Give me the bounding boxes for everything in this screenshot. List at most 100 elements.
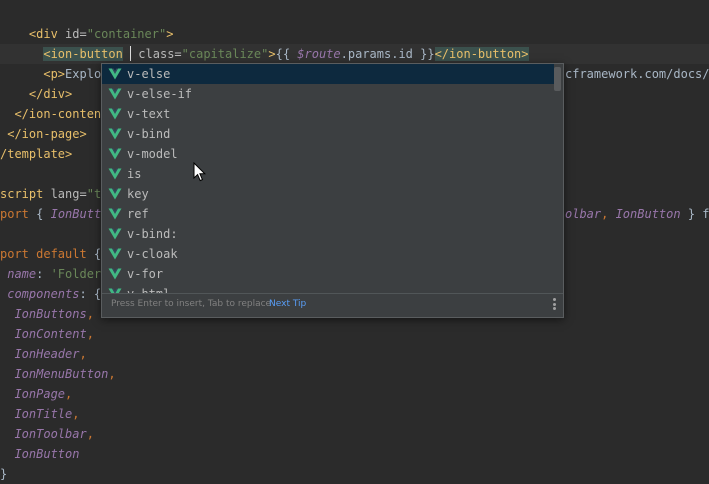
code-line: <div id="container"> bbox=[0, 24, 709, 44]
autocomplete-item-label: key bbox=[127, 187, 149, 201]
autocomplete-item[interactable]: v-for bbox=[102, 264, 554, 284]
keyword: port default bbox=[0, 247, 87, 261]
autocomplete-item[interactable]: v-bind: bbox=[102, 224, 554, 244]
component-name: IonMenuButton bbox=[14, 367, 109, 381]
code-line: } bbox=[0, 464, 709, 484]
popup-scrollbar-thumb[interactable] bbox=[554, 67, 561, 91]
autocomplete-item[interactable]: v-else bbox=[102, 64, 554, 84]
vue-logo-icon bbox=[108, 148, 122, 160]
attr-value: "container" bbox=[86, 27, 167, 41]
autocomplete-item[interactable]: v-model bbox=[102, 144, 554, 164]
autocomplete-item[interactable]: v-cloak bbox=[102, 244, 554, 264]
code-line: IonPage, bbox=[0, 384, 709, 404]
comma: , bbox=[108, 367, 116, 381]
closing-tag: /template> bbox=[0, 147, 73, 161]
comma: , bbox=[86, 327, 94, 341]
autocomplete-item-label: v-else-if bbox=[127, 87, 193, 101]
popup-scrollbar[interactable] bbox=[554, 66, 561, 292]
paragraph-text: Explo bbox=[65, 67, 102, 81]
vue-logo-icon bbox=[108, 168, 122, 180]
component-name: IonContent bbox=[14, 327, 87, 341]
import-name: olbar bbox=[565, 207, 602, 221]
string-literal: 'Folder' bbox=[50, 267, 109, 281]
code-line: IonHeader, bbox=[0, 344, 709, 364]
tag-close-bracket: > bbox=[268, 47, 276, 61]
component-name: IonTitle bbox=[14, 407, 73, 421]
vue-logo-icon bbox=[108, 268, 122, 280]
vue-logo-icon bbox=[108, 208, 122, 220]
import-name: IonButt bbox=[50, 207, 102, 221]
colon: : { bbox=[79, 287, 102, 301]
autocomplete-item[interactable]: key bbox=[102, 184, 554, 204]
closing-tag: </ion-conten bbox=[14, 107, 102, 121]
vue-logo-icon bbox=[108, 188, 122, 200]
brace: { bbox=[28, 207, 51, 221]
autocomplete-item-label: is bbox=[127, 167, 142, 181]
code-line: IonMenuButton, bbox=[0, 364, 709, 384]
autocomplete-item[interactable]: v-bind bbox=[102, 124, 554, 144]
vue-logo-icon bbox=[108, 68, 122, 80]
separator: , bbox=[601, 207, 616, 221]
autocomplete-item[interactable]: v-text bbox=[102, 104, 554, 124]
component-name: IonToolbar bbox=[14, 427, 87, 441]
autocomplete-item[interactable]: ref bbox=[102, 204, 554, 224]
autocomplete-item-label: v-model bbox=[127, 147, 178, 161]
autocomplete-item-label: v-else bbox=[127, 67, 171, 81]
tag-close-bracket: > bbox=[166, 27, 174, 41]
autocomplete-item-label: v-text bbox=[127, 107, 171, 121]
autocomplete-item[interactable]: v-else-if bbox=[102, 84, 554, 104]
vue-logo-icon bbox=[108, 228, 122, 240]
component-name: IonHeader bbox=[14, 347, 80, 361]
attr-name: class= bbox=[131, 47, 182, 61]
popup-footer: Press Enter to insert, Tab to replace Ne… bbox=[102, 293, 563, 317]
closing-tag: </ion-page> bbox=[7, 127, 87, 141]
brace: } bbox=[0, 467, 8, 481]
closing-tag-highlighted: </ion-button> bbox=[434, 47, 529, 61]
tag-name: script bbox=[0, 187, 44, 201]
attr-name: lang= bbox=[43, 187, 87, 201]
brace: { bbox=[86, 247, 102, 261]
tag-name: div bbox=[36, 27, 58, 41]
autocomplete-item-label: v-for bbox=[127, 267, 164, 281]
colon: : bbox=[36, 267, 51, 281]
vue-logo-icon bbox=[108, 108, 122, 120]
route-params: .params.id bbox=[340, 47, 413, 61]
more-vertical-icon[interactable] bbox=[553, 298, 557, 312]
object-key: name bbox=[0, 267, 37, 281]
comma: , bbox=[65, 387, 73, 401]
vue-logo-icon bbox=[108, 248, 122, 260]
comma: , bbox=[72, 407, 80, 421]
keyword: port bbox=[0, 207, 29, 221]
mustache-open: {{ bbox=[275, 47, 298, 61]
tag-name: <p> bbox=[43, 67, 66, 81]
brace: } f bbox=[680, 207, 709, 221]
code-line: IonContent, bbox=[0, 324, 709, 344]
component-name: IonButtons bbox=[14, 307, 87, 321]
component-name: IonPage bbox=[14, 387, 66, 401]
autocomplete-item[interactable]: is bbox=[102, 164, 554, 184]
autocomplete-popup[interactable]: v-else v-else-if v-text v-bind v-model is key r… bbox=[101, 63, 564, 318]
mouse-pointer-icon bbox=[193, 162, 207, 182]
tag-name-highlighted: <ion-button bbox=[43, 47, 123, 61]
code-line-current: <ion-button class="capitalize">{{ $route… bbox=[0, 44, 709, 64]
autocomplete-item-label: v-bind bbox=[127, 127, 171, 141]
component-name: IonButton bbox=[14, 447, 80, 461]
paragraph-text-tail: cframework.com/docs/c bbox=[565, 67, 709, 81]
autocomplete-item-label: v-bind: bbox=[127, 227, 178, 241]
vue-logo-icon bbox=[108, 128, 122, 140]
code-line: IonButton bbox=[0, 444, 709, 464]
import-name: IonButton bbox=[615, 207, 681, 221]
vue-logo-icon bbox=[108, 88, 122, 100]
mustache-close: }} bbox=[412, 47, 435, 61]
comma: , bbox=[86, 427, 94, 441]
next-tip-link[interactable]: Next Tip bbox=[269, 299, 306, 309]
attr-name: id= bbox=[57, 27, 87, 41]
code-line: IonTitle, bbox=[0, 404, 709, 424]
object-key: components bbox=[0, 287, 80, 301]
comma: , bbox=[86, 307, 94, 321]
attr-value: "capitalize" bbox=[181, 47, 269, 61]
closing-tag: </div> bbox=[28, 87, 73, 101]
